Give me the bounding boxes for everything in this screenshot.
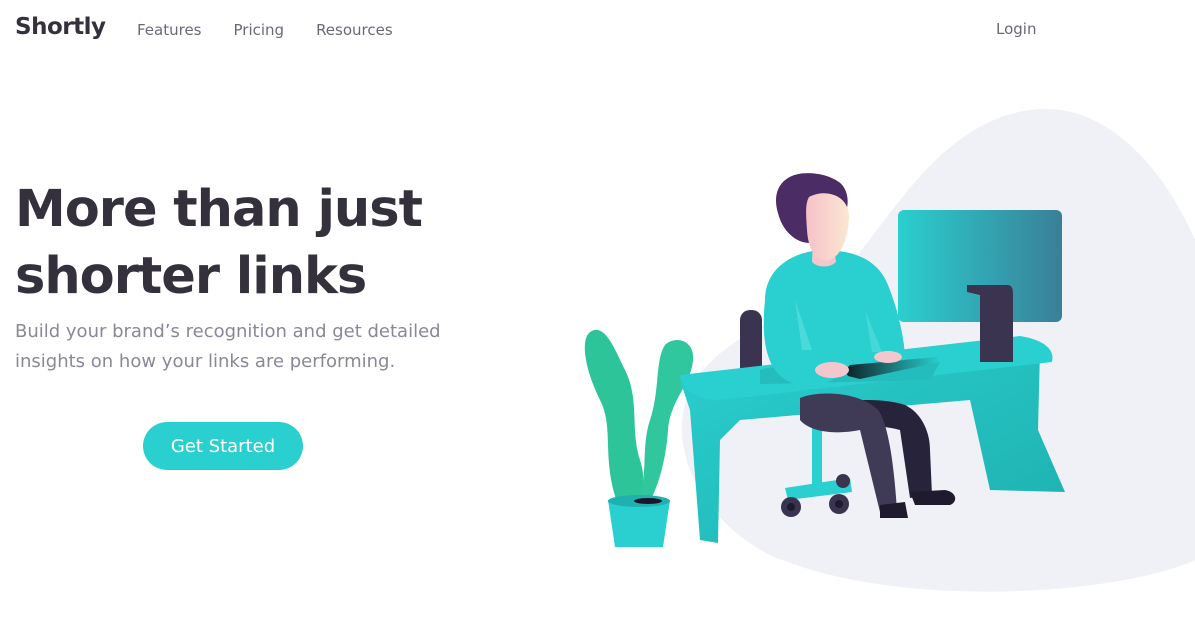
nav-link-features[interactable]: Features [137, 21, 202, 39]
hero-title: More than just shorter links [15, 176, 535, 310]
nav-link-resources[interactable]: Resources [316, 21, 393, 39]
person-right-hand [874, 351, 902, 363]
get-started-button[interactable]: Get Started [143, 422, 303, 470]
nav-links: Features Pricing Resources [137, 21, 393, 39]
landing-page: Shortly Features Pricing Resources Login… [0, 0, 1195, 623]
hero-title-line-1: More than just [15, 180, 423, 239]
potted-plant [584, 329, 694, 547]
hero-subtitle: Build your brand’s recognition and get d… [15, 321, 441, 372]
hero-title-line-2: shorter links [15, 247, 367, 306]
logo[interactable]: Shortly [15, 14, 106, 40]
person-left-hand [815, 362, 849, 378]
nav-link-pricing[interactable]: Pricing [234, 21, 285, 39]
login-link[interactable]: Login [996, 20, 1036, 38]
person-face [806, 193, 850, 261]
top-nav: Shortly Features Pricing Resources Login [0, 0, 1195, 60]
person-working-at-desk-illustration [584, 108, 1195, 592]
